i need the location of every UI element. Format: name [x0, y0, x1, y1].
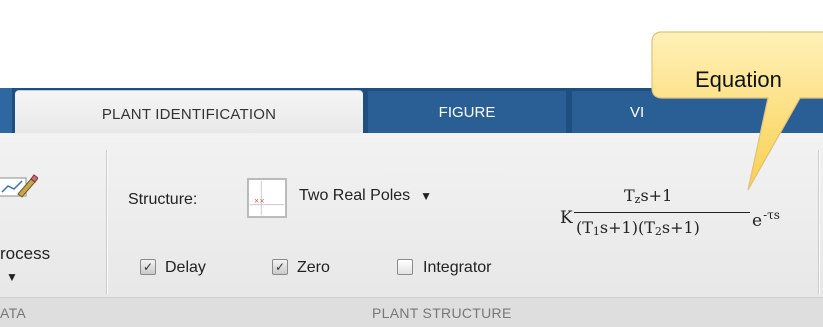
tab-figure-label: FIGURE: [438, 103, 496, 121]
svg-text:××: ××: [254, 197, 265, 205]
tab-plant-identification-label: PLANT IDENTIFICATION: [101, 105, 277, 123]
equation-callout: [651, 31, 823, 191]
plant-structure-section-label: PLANT STRUCTURE: [372, 305, 512, 321]
process-data-dropdown-arrow-icon[interactable]: ▼: [6, 270, 18, 284]
zero-checkbox[interactable]: ✓: [272, 259, 288, 275]
structure-label: Structure:: [128, 191, 198, 208]
integrator-checkbox-label[interactable]: Integrator: [423, 259, 491, 277]
tab-plant-identification[interactable]: PLANT IDENTIFICATION: [15, 90, 363, 137]
equation-gain: K: [560, 208, 573, 228]
tab-previous-edge[interactable]: [0, 88, 12, 133]
process-data-button-label[interactable]: rocess: [0, 244, 50, 264]
callout-text: Equation: [695, 67, 782, 92]
tab-view-label: VI: [630, 103, 645, 121]
chevron-down-icon: ▼: [420, 189, 433, 203]
structure-icon[interactable]: ××: [247, 178, 287, 218]
tab-figure[interactable]: FIGURE: [368, 91, 566, 133]
integrator-checkbox[interactable]: [397, 259, 413, 275]
structure-value: Two Real Poles: [299, 187, 411, 204]
section-divider: [106, 150, 107, 295]
structure-dropdown[interactable]: Two Real Poles ▼: [299, 187, 432, 205]
zero-checkbox-label[interactable]: Zero: [297, 259, 330, 277]
delay-checkbox-label[interactable]: Delay: [165, 259, 206, 277]
delay-checkbox[interactable]: ✓: [140, 259, 156, 275]
process-data-icon[interactable]: [0, 172, 38, 198]
data-section-label: ATA: [0, 305, 27, 321]
